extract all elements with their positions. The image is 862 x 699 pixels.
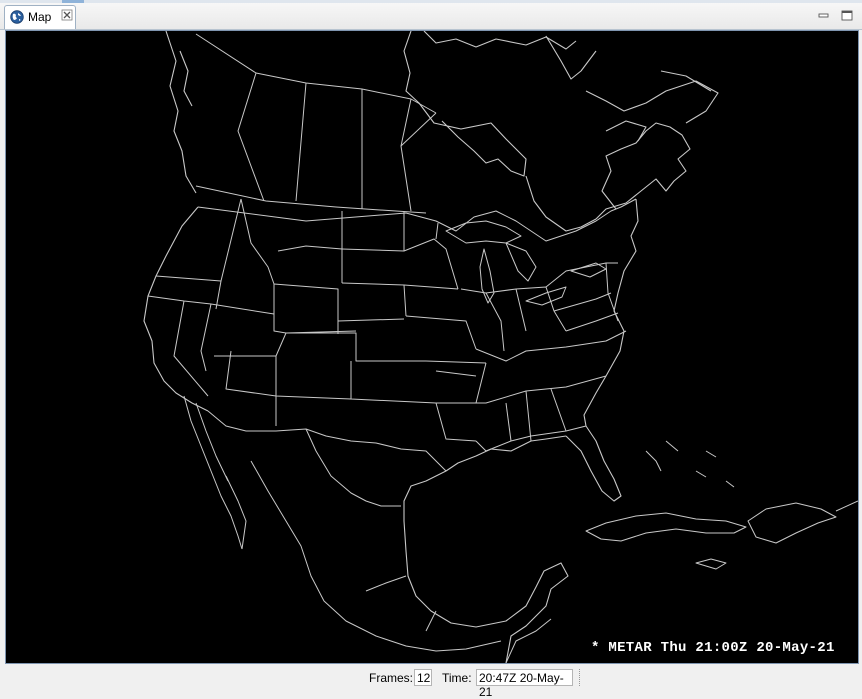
status-bar: Frames: 12 Time: 20:47Z 20-May-21 (0, 665, 862, 699)
canada-boundaries (195, 33, 437, 214)
us-state-boundaries (147, 198, 627, 452)
gulf-coast (403, 435, 569, 663)
time-label: Time: (442, 671, 472, 685)
editor-tab-bar: Map (0, 3, 862, 30)
map-display[interactable]: * METAR Thu 21:00Z 20-May-21 (5, 30, 859, 664)
us-east-coast (565, 198, 639, 502)
caribbean-islands (585, 440, 858, 570)
status-separator (579, 669, 581, 686)
great-lakes (445, 220, 607, 306)
us-west-coast (143, 206, 209, 412)
tab-label: Map (28, 10, 52, 24)
time-field[interactable]: 20:47Z 20-May-21 (476, 669, 573, 699)
map-outlines (143, 31, 858, 663)
minimize-icon[interactable] (817, 9, 831, 22)
northern-coastlines (165, 31, 719, 232)
frames-label: Frames: (369, 671, 414, 685)
tab-map[interactable]: Map (4, 5, 76, 29)
metar-overlay-label: * METAR Thu 21:00Z 20-May-21 (591, 640, 835, 656)
metar-overlay-text: METAR Thu 21:00Z 20-May-21 (608, 640, 835, 656)
globe-icon (10, 10, 24, 24)
metar-star-symbol: * (591, 640, 600, 656)
maximize-icon[interactable] (840, 9, 854, 22)
close-icon[interactable] (61, 9, 73, 21)
frames-field[interactable]: 12 (414, 669, 432, 686)
us-canada-border (197, 198, 637, 242)
